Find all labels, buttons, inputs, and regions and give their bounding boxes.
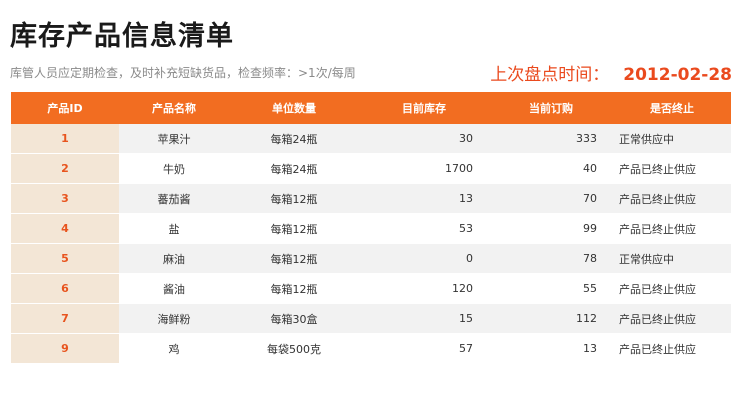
cell-discontinued: 产品已终止供应 <box>613 153 731 184</box>
column-header-name[interactable]: 产品名称 <box>119 92 229 124</box>
cell-product-id: 1 <box>11 124 119 154</box>
cell-product-name: 蕃茄酱 <box>119 183 229 214</box>
cell-product-name: 酱油 <box>119 273 229 304</box>
cell-current-stock: 53 <box>359 213 489 244</box>
table-row[interactable]: 9 鸡 每袋500克 57 13 产品已终止供应 <box>11 333 731 364</box>
cell-product-id: 3 <box>11 183 119 214</box>
cell-discontinued: 产品已终止供应 <box>613 333 731 364</box>
inventory-table: 产品ID 产品名称 单位数量 目前库存 当前订购 是否终止 1 苹果汁 每箱24… <box>11 92 731 364</box>
table-row[interactable]: 6 酱油 每箱12瓶 120 55 产品已终止供应 <box>11 273 731 304</box>
column-header-id[interactable]: 产品ID <box>11 92 119 124</box>
cell-product-id: 9 <box>11 333 119 364</box>
column-header-unit[interactable]: 单位数量 <box>229 92 359 124</box>
column-header-stock[interactable]: 目前库存 <box>359 92 489 124</box>
cell-product-name: 海鲜粉 <box>119 303 229 334</box>
cell-current-stock: 0 <box>359 243 489 274</box>
cell-current-order: 70 <box>489 183 613 214</box>
cell-current-stock: 120 <box>359 273 489 304</box>
cell-current-order: 13 <box>489 333 613 364</box>
cell-product-id: 7 <box>11 303 119 334</box>
table-row[interactable]: 3 蕃茄酱 每箱12瓶 13 70 产品已终止供应 <box>11 183 731 214</box>
cell-unit-quantity: 每箱30盒 <box>229 303 359 334</box>
cell-discontinued: 产品已终止供应 <box>613 273 731 304</box>
last-check-time: 上次盘点时间： 2012-02-28 <box>490 60 732 85</box>
column-header-status[interactable]: 是否终止 <box>613 92 731 124</box>
cell-current-order: 78 <box>489 243 613 274</box>
cell-unit-quantity: 每箱12瓶 <box>229 213 359 244</box>
cell-current-order: 99 <box>489 213 613 244</box>
cell-current-stock: 57 <box>359 333 489 364</box>
cell-current-stock: 15 <box>359 303 489 334</box>
cell-current-order: 40 <box>489 153 613 184</box>
cell-product-name: 盐 <box>119 213 229 244</box>
inventory-sheet: 库存产品信息清单 库管人员应定期检查，及时补充短缺货品，检查频率：>1次/每周 … <box>0 0 744 401</box>
last-check-label: 上次盘点时间： <box>490 65 610 85</box>
cell-product-name: 牛奶 <box>119 153 229 184</box>
cell-current-order: 55 <box>489 273 613 304</box>
cell-unit-quantity: 每箱12瓶 <box>229 243 359 274</box>
cell-current-stock: 13 <box>359 183 489 214</box>
cell-unit-quantity: 每箱24瓶 <box>229 153 359 184</box>
cell-discontinued: 产品已终止供应 <box>613 213 731 244</box>
cell-current-order: 112 <box>489 303 613 334</box>
cell-current-stock: 1700 <box>359 153 489 184</box>
column-header-ordered[interactable]: 当前订购 <box>489 92 613 124</box>
cell-discontinued: 正常供应中 <box>613 124 731 154</box>
cell-discontinued: 产品已终止供应 <box>613 183 731 214</box>
cell-discontinued: 产品已终止供应 <box>613 303 731 334</box>
table-row[interactable]: 1 苹果汁 每箱24瓶 30 333 正常供应中 <box>11 124 731 154</box>
cell-product-id: 4 <box>11 213 119 244</box>
cell-product-name: 苹果汁 <box>119 124 229 154</box>
cell-discontinued: 正常供应中 <box>613 243 731 274</box>
table-row[interactable]: 7 海鲜粉 每箱30盒 15 112 产品已终止供应 <box>11 303 731 334</box>
cell-current-stock: 30 <box>359 124 489 154</box>
table-header-row: 产品ID 产品名称 单位数量 目前库存 当前订购 是否终止 <box>11 92 731 124</box>
cell-product-id: 2 <box>11 153 119 184</box>
cell-product-id: 5 <box>11 243 119 274</box>
cell-unit-quantity: 每箱12瓶 <box>229 273 359 304</box>
cell-product-name: 麻油 <box>119 243 229 274</box>
cell-product-name: 鸡 <box>119 333 229 364</box>
table-row[interactable]: 4 盐 每箱12瓶 53 99 产品已终止供应 <box>11 213 731 244</box>
last-check-date: 2012-02-28 <box>623 65 732 85</box>
page-title: 库存产品信息清单 <box>10 21 234 52</box>
cell-product-id: 6 <box>11 273 119 304</box>
cell-unit-quantity: 每箱24瓶 <box>229 124 359 154</box>
page-subtitle: 库管人员应定期检查，及时补充短缺货品，检查频率：>1次/每周 <box>10 66 356 80</box>
table-row[interactable]: 5 麻油 每箱12瓶 0 78 正常供应中 <box>11 243 731 274</box>
cell-unit-quantity: 每袋500克 <box>229 333 359 364</box>
table-row[interactable]: 2 牛奶 每箱24瓶 1700 40 产品已终止供应 <box>11 153 731 184</box>
cell-current-order: 333 <box>489 124 613 154</box>
cell-unit-quantity: 每箱12瓶 <box>229 183 359 214</box>
